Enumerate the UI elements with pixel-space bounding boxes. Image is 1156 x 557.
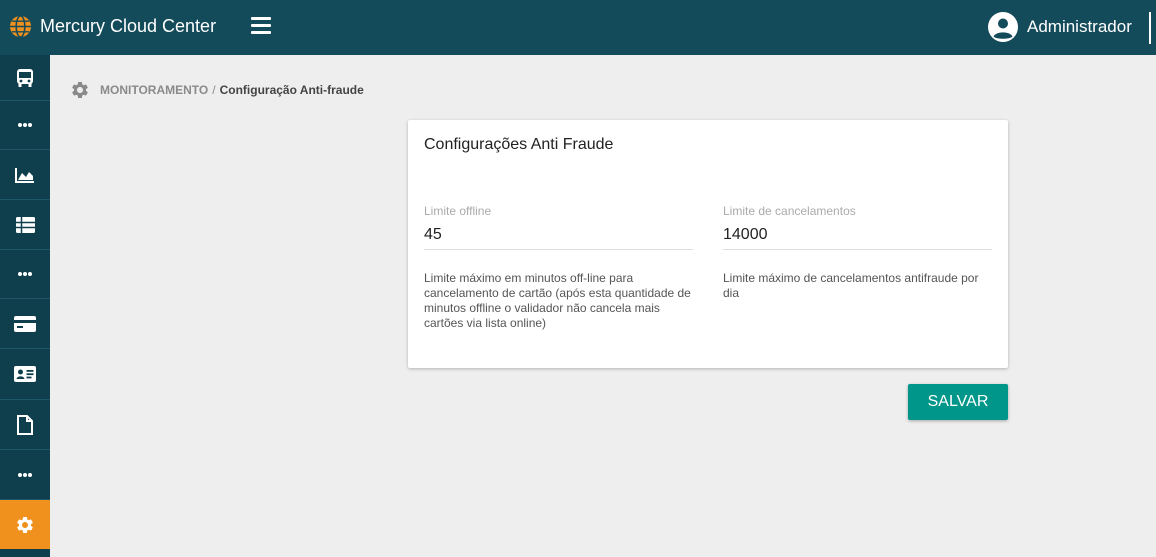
sidebar-item-document[interactable] bbox=[0, 400, 50, 450]
globe-icon bbox=[9, 15, 32, 38]
sidebar-item-cards[interactable] bbox=[0, 299, 50, 349]
sidebar-item-charts[interactable] bbox=[0, 150, 50, 200]
cancellation-limit-field: Limite de cancelamentos Limite máximo de… bbox=[723, 204, 992, 301]
breadcrumb: MONITORAMENTO / Configuração Anti-fraude bbox=[70, 80, 364, 100]
sidebar-item-more-1[interactable] bbox=[0, 101, 50, 150]
sidebar-item-more-3[interactable] bbox=[0, 450, 50, 500]
save-button[interactable]: SALVAR bbox=[908, 384, 1008, 420]
app-title: Mercury Cloud Center bbox=[40, 16, 217, 36]
top-bar: Mercury Cloud Center Administrador bbox=[0, 0, 1156, 55]
user-name[interactable]: Administrador bbox=[1027, 17, 1132, 37]
breadcrumb-parent[interactable]: MONITORAMENTO bbox=[100, 83, 208, 97]
table-icon bbox=[15, 216, 35, 233]
area-chart-icon bbox=[15, 167, 34, 183]
anti-fraud-settings-card: Configurações Anti Fraude Limite offline… bbox=[408, 120, 1008, 368]
card-title: Configurações Anti Fraude bbox=[424, 136, 614, 153]
file-icon bbox=[17, 414, 33, 435]
offline-limit-help: Limite máximo em minutos off-line para c… bbox=[424, 271, 691, 330]
gear-icon bbox=[17, 516, 33, 533]
id-card-icon bbox=[14, 366, 36, 382]
offline-limit-input[interactable] bbox=[424, 218, 693, 250]
more-icon bbox=[18, 472, 32, 477]
cancellation-limit-help: Limite máximo de cancelamentos antifraud… bbox=[723, 271, 979, 300]
sidebar-item-bus[interactable] bbox=[0, 55, 50, 101]
topbar-divider bbox=[1149, 12, 1151, 44]
breadcrumb-separator: / bbox=[212, 83, 216, 97]
sidebar-item-id-card[interactable] bbox=[0, 349, 50, 400]
cancellation-limit-label: Limite de cancelamentos bbox=[723, 204, 856, 218]
sidebar bbox=[0, 55, 50, 557]
user-avatar-icon[interactable] bbox=[988, 12, 1018, 42]
more-icon bbox=[18, 272, 32, 276]
bus-icon bbox=[17, 68, 33, 87]
breadcrumb-current: Configuração Anti-fraude bbox=[219, 83, 364, 97]
gear-icon bbox=[72, 81, 88, 98]
credit-card-icon bbox=[14, 315, 36, 332]
offline-limit-label: Limite offline bbox=[424, 204, 492, 218]
more-icon bbox=[18, 123, 32, 127]
sidebar-item-settings[interactable] bbox=[0, 500, 50, 549]
offline-limit-field: Limite offline Limite máximo em minutos … bbox=[424, 204, 693, 331]
hamburger-menu-icon[interactable] bbox=[251, 17, 271, 35]
cancellation-limit-input[interactable] bbox=[723, 218, 992, 250]
sidebar-item-table[interactable] bbox=[0, 200, 50, 250]
sidebar-item-more-2[interactable] bbox=[0, 250, 50, 299]
